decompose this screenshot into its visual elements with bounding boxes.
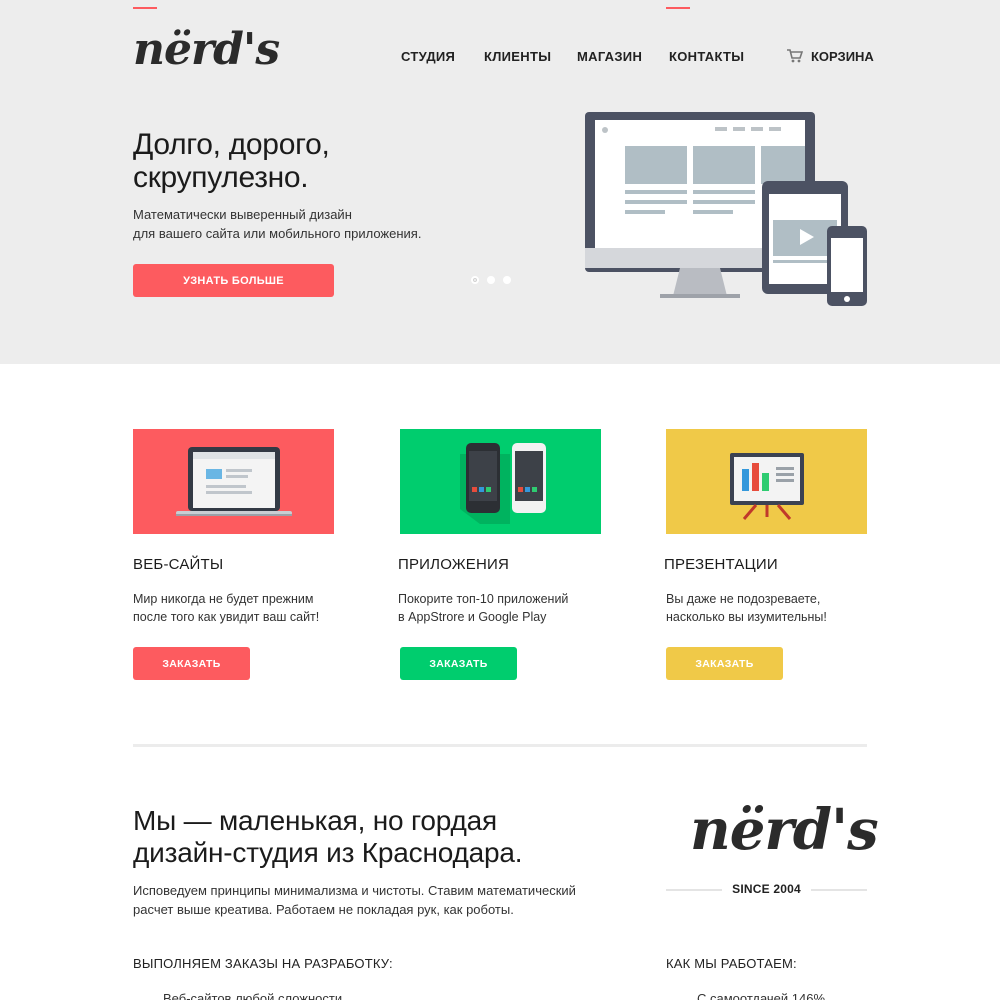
nav-item-contacts[interactable]: КОНТАКТЫ xyxy=(669,49,744,64)
services-list-item: Веб-сайтов любой сложности xyxy=(163,991,343,1000)
devices-illustration xyxy=(585,112,867,306)
hero-section: nërd's СТУДИЯ КЛИЕНТЫ МАГАЗИН КОНТАКТЫ К… xyxy=(0,0,1000,364)
cart-label: КОРЗИНА xyxy=(811,48,874,64)
service-title-apps: ПРИЛОЖЕНИЯ xyxy=(398,556,510,573)
service-image-presentations xyxy=(666,429,867,534)
process-heading: КАК МЫ РАБОТАЕМ: xyxy=(666,956,797,971)
service-title-presentations: ПРЕЗЕНТАЦИИ xyxy=(664,556,778,573)
service-desc-presentations: Вы даже не подозреваете, насколько вы из… xyxy=(666,592,827,624)
about-title: Мы — маленькая, но гордая дизайн-студия … xyxy=(133,805,523,868)
list-bullet-dash xyxy=(666,7,690,9)
service-desc-apps: Покорите топ-10 приложений в AppStrore и… xyxy=(398,592,569,624)
order-websites-button[interactable]: ЗАКАЗАТЬ xyxy=(133,647,250,680)
list-bullet-dash xyxy=(133,7,157,9)
about-text: Исповедуем принципы минимализма и чистот… xyxy=(133,883,576,917)
cart-link[interactable]: КОРЗИНА xyxy=(787,47,874,65)
service-image-websites xyxy=(133,429,334,534)
about-logo: nërd's xyxy=(690,797,879,863)
nav-item-studio[interactable]: СТУДИЯ xyxy=(401,49,455,64)
service-title-websites: ВЕБ-САЙТЫ xyxy=(133,556,224,573)
slider-dot-2[interactable] xyxy=(487,276,495,284)
since-badge: SINCE 2004 xyxy=(666,882,867,898)
order-apps-button[interactable]: ЗАКАЗАТЬ xyxy=(400,647,517,680)
nav-item-shop[interactable]: МАГАЗИН xyxy=(577,49,642,64)
presentation-board-icon xyxy=(730,453,804,520)
slider-dots xyxy=(471,276,511,284)
nav-item-clients[interactable]: КЛИЕНТЫ xyxy=(484,49,551,64)
shopping-cart-icon xyxy=(787,49,803,63)
services-heading: ВЫПОЛНЯЕМ ЗАКАЗЫ НА РАЗРАБОТКУ: xyxy=(133,956,393,971)
laptop-icon xyxy=(176,447,292,516)
hero-title: Долго, дорого, скрупулезно. xyxy=(133,128,330,194)
smartphones-icon xyxy=(460,443,546,524)
slider-dot-1[interactable] xyxy=(471,276,479,284)
service-image-apps xyxy=(400,429,601,534)
order-presentations-button[interactable]: ЗАКАЗАТЬ xyxy=(666,647,783,680)
process-list-item: С самоотдачей 146% xyxy=(697,991,826,1000)
learn-more-button[interactable]: УЗНАТЬ БОЛЬШЕ xyxy=(133,264,334,297)
section-divider xyxy=(133,744,867,747)
hero-subtitle: Математически выверенный дизайн для ваше… xyxy=(133,207,422,241)
service-desc-websites: Мир никогда не будет прежним после того … xyxy=(133,592,320,624)
slider-dot-3[interactable] xyxy=(503,276,511,284)
